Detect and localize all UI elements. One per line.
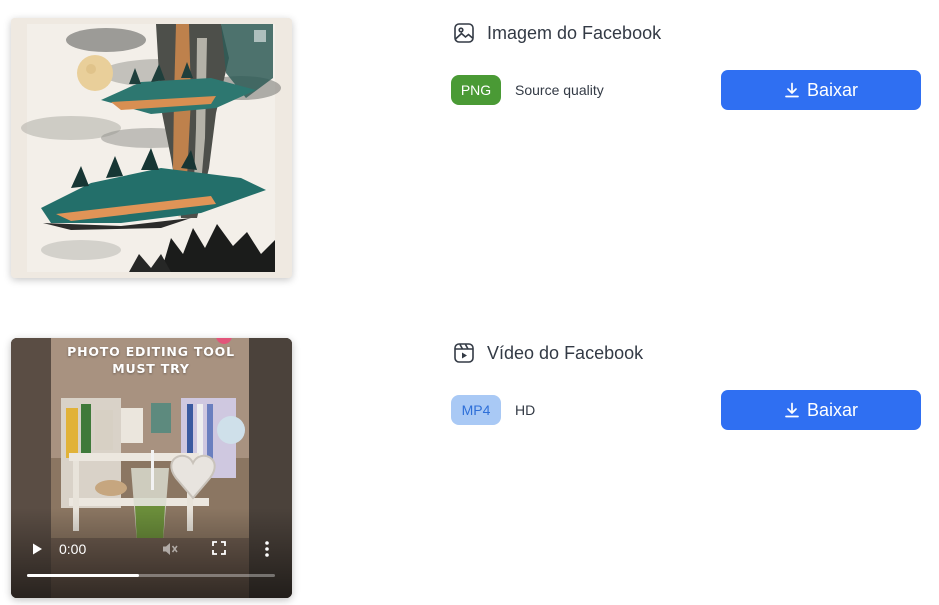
download-icon bbox=[784, 82, 800, 98]
video-overlay-line-2: MUST TRY bbox=[112, 361, 190, 376]
play-icon[interactable] bbox=[30, 542, 44, 556]
video-current-time: 0:00 bbox=[59, 541, 87, 557]
more-options-icon[interactable] bbox=[262, 540, 272, 558]
image-quality-label: Source quality bbox=[515, 82, 604, 98]
video-overlay-line-1: PHOTO EDITING TOOL bbox=[67, 344, 235, 359]
download-image-button[interactable]: Baixar bbox=[721, 70, 921, 110]
video-quality-label: HD bbox=[515, 402, 536, 418]
video-progress-track[interactable] bbox=[27, 574, 275, 577]
download-icon bbox=[784, 402, 800, 418]
corner-marker-icon bbox=[254, 30, 266, 42]
image-item-title-text: Imagem do Facebook bbox=[487, 22, 662, 43]
fullscreen-icon[interactable] bbox=[212, 541, 226, 555]
format-badge-mp4: MP4 bbox=[451, 395, 501, 425]
download-image-button-label: Baixar bbox=[806, 79, 859, 100]
video-progress-fill bbox=[27, 574, 139, 577]
image-icon bbox=[452, 21, 476, 45]
download-video-button-label: Baixar bbox=[806, 399, 859, 420]
download-video-button[interactable]: Baixar bbox=[721, 390, 921, 430]
artwork-image bbox=[11, 18, 292, 278]
volume-muted-icon[interactable] bbox=[161, 540, 179, 558]
video-play-icon bbox=[452, 341, 476, 365]
video-item-title-text: Vídeo do Facebook bbox=[487, 342, 644, 363]
video-item-title: Vídeo do Facebook bbox=[452, 341, 643, 365]
video-player[interactable]: PHOTO EDITING TOOL MUST TRY 0:00 bbox=[11, 338, 292, 598]
download-results: Imagem do Facebook PNG Source quality Ba… bbox=[0, 0, 939, 605]
video-controls-bar bbox=[11, 508, 292, 598]
image-preview-thumbnail bbox=[11, 18, 292, 278]
image-item-title: Imagem do Facebook bbox=[452, 21, 661, 45]
format-badge-png: PNG bbox=[451, 75, 501, 105]
